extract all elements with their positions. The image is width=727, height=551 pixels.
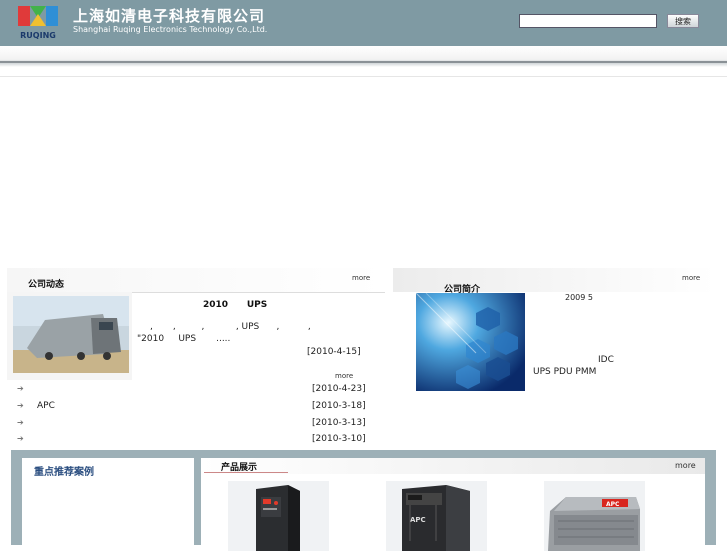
apc-brand-text: APC — [410, 516, 426, 524]
about-text-line: IDC — [598, 355, 614, 365]
bullet-arrow-icon: ➔ — [17, 401, 24, 410]
news-list-date: [2010-3-18] — [312, 401, 366, 411]
about-panel-header — [393, 268, 715, 292]
news-feature-summary: "2010 UPS ..... — [137, 334, 231, 344]
news-list-date: [2010-3-10] — [312, 434, 366, 444]
news-list-item[interactable]: APC — [37, 401, 55, 411]
search-input[interactable] — [519, 14, 657, 28]
ruqing-logo[interactable]: RUQING — [16, 4, 60, 42]
about-text-line: UPS PDU PMM — [533, 367, 597, 377]
about-more-link[interactable]: more — [682, 274, 700, 282]
nav-divider — [0, 61, 727, 63]
bullet-arrow-icon: ➔ — [17, 384, 24, 393]
ups-tower-image — [228, 481, 329, 551]
cases-panel-title: 重点推荐案例 — [34, 467, 94, 478]
products-title-underline — [204, 472, 288, 473]
svg-text:RUQING: RUQING — [20, 31, 56, 40]
news-feature-date: [2010-4-15] — [307, 347, 361, 357]
product-card[interactable]: APC — [386, 481, 487, 551]
about-tech-image — [416, 293, 525, 391]
apc-ups-tower-image: APC — [386, 481, 487, 551]
about-text-line: 2009 5 — [565, 293, 593, 302]
apc-desktop-ups-image: APC — [544, 481, 645, 551]
company-name-en: Shanghai Ruqing Electronics Technology C… — [73, 25, 268, 34]
news-list-more-link[interactable]: more — [335, 372, 353, 380]
search-button[interactable]: 搜索 — [667, 14, 699, 28]
product-card[interactable] — [228, 481, 329, 551]
news-list-date: [2010-4-23] — [312, 384, 366, 394]
company-name-cn: 上海如清电子科技有限公司 — [73, 7, 266, 25]
news-panel-title: 公司动态 — [28, 280, 65, 290]
product-card[interactable]: APC — [544, 481, 645, 551]
news-list-date: [2010-3-13] — [312, 418, 366, 428]
news-feature-summary: , , , , UPS , , — [150, 322, 311, 332]
bullet-arrow-icon: ➔ — [17, 434, 24, 443]
bullet-arrow-icon: ➔ — [17, 418, 24, 427]
news-more-link[interactable]: more — [352, 274, 370, 282]
news-feature-headline[interactable]: 2010 UPS — [203, 300, 267, 310]
apc-brand-text: APC — [606, 501, 620, 508]
news-feature-image[interactable] — [7, 292, 132, 380]
products-more-link[interactable]: more — [675, 461, 696, 470]
